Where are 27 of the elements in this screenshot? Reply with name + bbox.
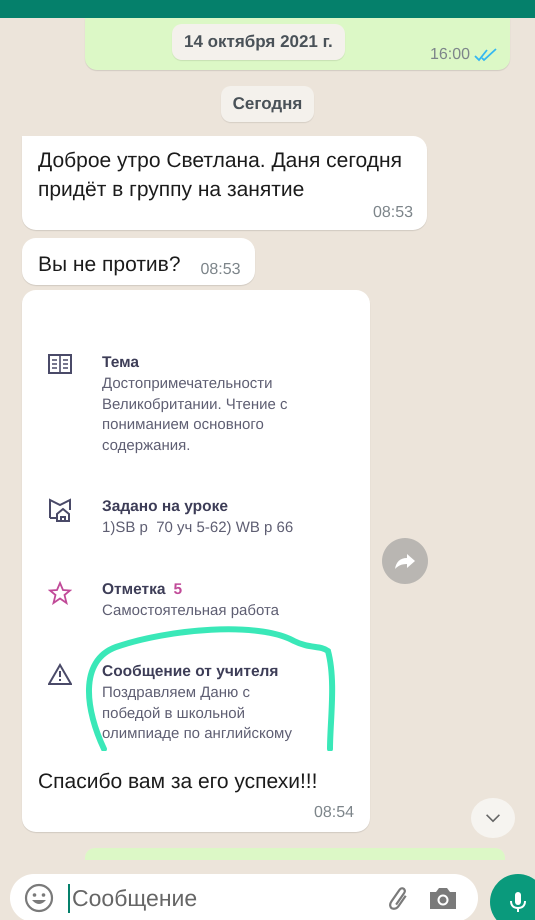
section-text: Самостоятельная работа [102, 600, 280, 620]
message-input[interactable]: Сообщение [68, 884, 370, 912]
section-title: Отметка [102, 580, 166, 600]
section-text: Поздравляем Даню с победой в школьной олимпиаде по английскому [102, 683, 294, 744]
star-icon [48, 580, 72, 604]
section-text: Достопримечательности Великобритании. Чтение с пониманием основного содержания. [102, 374, 289, 456]
section-title: Сообщение от учителя [102, 662, 278, 682]
message-field[interactable]: Сообщение [10, 874, 478, 920]
message-time: 08:54 [314, 804, 354, 822]
emoji-icon[interactable] [24, 883, 54, 913]
chevron-down-icon [485, 813, 501, 823]
section-text: 1)SB p 70 уч 5-62) WB p 66 [102, 518, 294, 538]
section-title: Задано на уроке [102, 497, 228, 517]
warning-icon [48, 663, 72, 685]
book-icon [48, 354, 72, 374]
date-chip: Сегодня [220, 86, 314, 122]
message-text: Вы не против? [38, 252, 180, 278]
house-icon [48, 498, 72, 522]
message-text: Спасибо вам за его успехи!!! [38, 768, 318, 794]
message-time: 08:53 [372, 204, 413, 222]
date-chip: 14 октября 2021 г. [172, 24, 345, 60]
message-time: 08:53 [200, 261, 241, 279]
message-time: 16:00 [430, 46, 470, 64]
section-title: Тема [102, 353, 139, 373]
camera-icon[interactable] [428, 885, 458, 911]
grade-value: 5 [174, 580, 182, 600]
message-text: Доброе утро Светлана. Даня сегодня придёт в группу на занятие [38, 148, 403, 203]
